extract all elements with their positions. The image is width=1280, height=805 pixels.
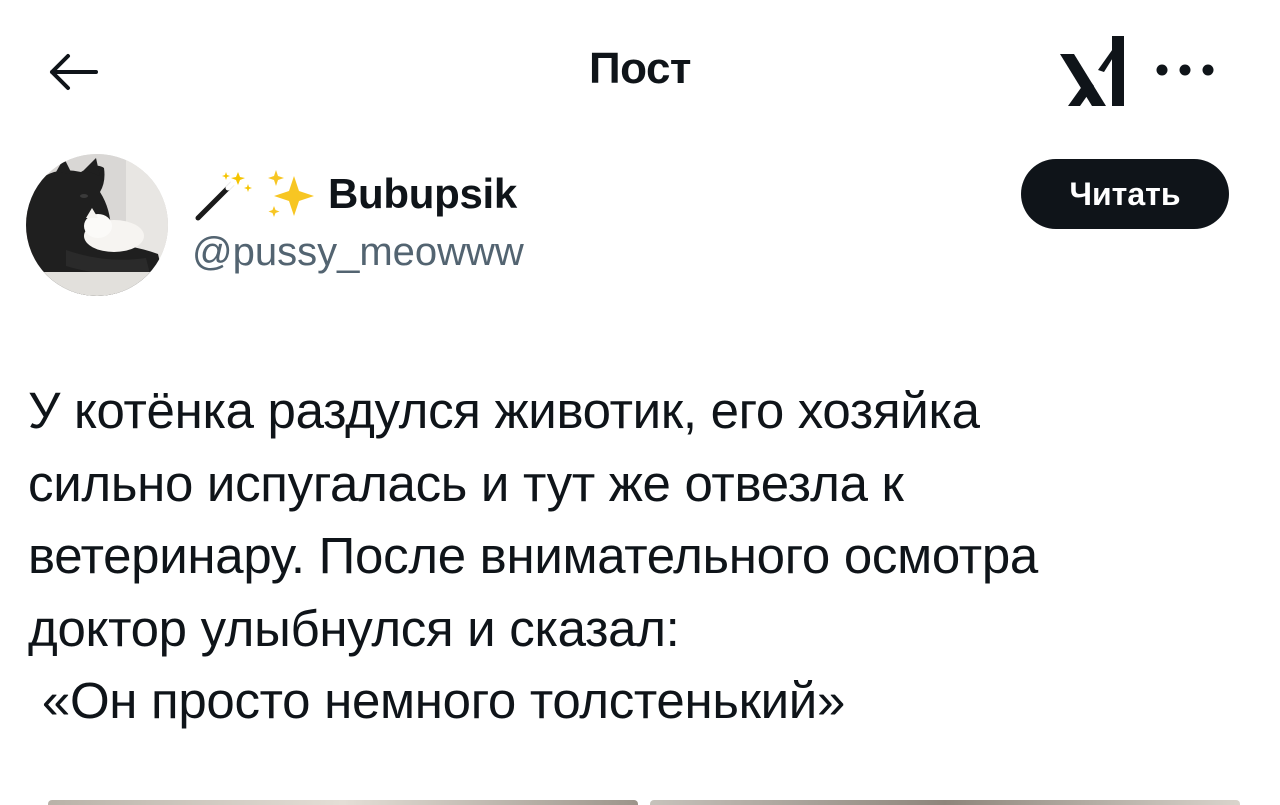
- user-handle[interactable]: @pussy_meowww: [192, 230, 524, 275]
- x-logo-icon[interactable]: [1058, 34, 1126, 106]
- avatar[interactable]: [26, 154, 168, 296]
- more-options-button[interactable]: [1150, 50, 1220, 90]
- post-page: Пост Bubupsik @pussy_meowww Читать У кот…: [0, 0, 1280, 805]
- post-text: У котёнка раздулся животик, его хозяйка …: [28, 382, 1038, 729]
- display-name-row[interactable]: Bubupsik: [192, 166, 517, 222]
- sparkles-icon: [268, 170, 314, 217]
- follow-button[interactable]: Читать: [1021, 159, 1229, 229]
- more-horizontal-icon: [1156, 64, 1214, 76]
- display-name: Bubupsik: [328, 170, 517, 217]
- post-media-image-2[interactable]: [650, 800, 1240, 805]
- post-media-image-1[interactable]: [48, 800, 638, 805]
- magic-wand-icon: [195, 172, 252, 221]
- post-media-strip: [48, 800, 1240, 805]
- cats-avatar-image: [26, 154, 168, 296]
